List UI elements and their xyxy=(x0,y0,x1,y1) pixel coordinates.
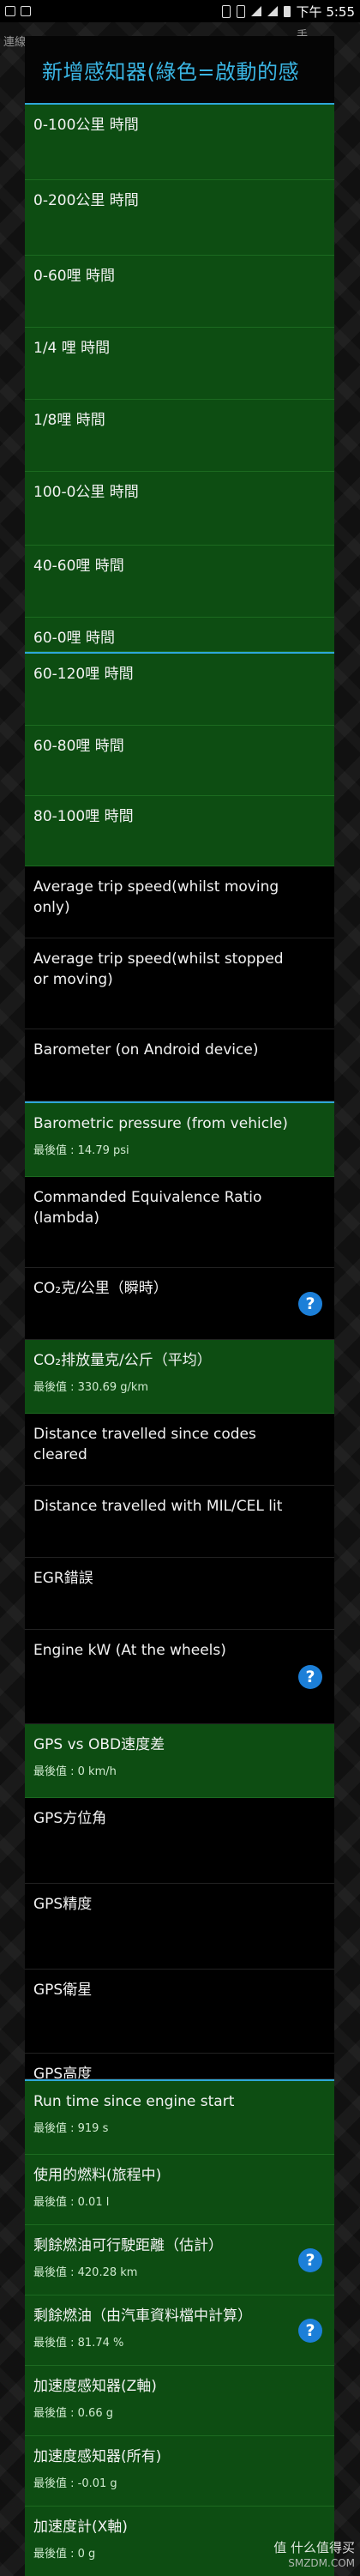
sensor-item[interactable]: CO₂排放量克/公斤（平均） 最後值 : 330.69 g/km xyxy=(25,1340,334,1414)
sensor-item[interactable]: GPS精度 xyxy=(25,1884,334,1970)
sensor-item[interactable]: EGR錯誤 xyxy=(25,1558,334,1630)
battery-icon xyxy=(283,5,291,17)
help-icon[interactable]: ? xyxy=(298,2319,322,2343)
sensor-item[interactable]: 0-200公里 時間 xyxy=(25,180,334,256)
sensor-item[interactable]: 加速度感知器(Z軸) 最後值 : 0.66 g xyxy=(25,2366,334,2436)
add-sensor-dialog: 新增感知器(綠色=啟動的感 0-100公里 時間 0-200公里 時間 0-60哩 … xyxy=(25,36,334,2576)
sensor-item[interactable]: 60-0哩 時間 xyxy=(25,618,334,652)
sensor-item[interactable]: 1/8哩 時間 xyxy=(25,400,334,472)
sensor-item[interactable]: 1/4 哩 時間 xyxy=(25,328,334,400)
sensor-label: CO₂排放量克/公斤（平均） xyxy=(33,1352,212,1369)
sensor-item[interactable]: GPS衛星 xyxy=(25,1970,334,2054)
sensor-label: Average trip speed(whilst moving only) xyxy=(33,878,279,916)
sensor-last-value: 最後值 : 919 s xyxy=(33,2122,109,2135)
sensor-item[interactable]: Average trip speed(whilst moving only) xyxy=(25,866,334,938)
screen: 下午 5:55 連線 手 新增感知器(綠色=啟動的感 0-100公里 時間0-2… xyxy=(0,0,360,2576)
sensor-item[interactable]: 40-60哩 時間 xyxy=(25,546,334,618)
sensor-label: EGR錯誤 xyxy=(33,1570,93,1587)
sensor-item[interactable]: Barometer (on Android device) xyxy=(25,1029,334,1101)
sensor-item[interactable]: 剩餘燃油可行駛距離（估計） 最後值 : 420.28 km? xyxy=(25,2225,334,2295)
sensor-item[interactable]: 60-80哩 時間 xyxy=(25,726,334,796)
wifi-icon xyxy=(267,6,278,16)
sensor-item[interactable]: Engine kW (At the wheels)? xyxy=(25,1630,334,1724)
sensor-label: Distance travelled with MIL/CEL lit xyxy=(33,1498,283,1515)
sensor-label: 剩餘燃油（由汽車資料檔中計算） xyxy=(33,2308,252,2325)
sensor-item[interactable]: Run time since engine start 最後值 : 919 s xyxy=(25,2081,334,2155)
dialog-title: 新增感知器(綠色=啟動的感 xyxy=(25,36,334,105)
sensor-label: Barometric pressure (from vehicle) xyxy=(33,1115,288,1132)
sensor-label: Barometer (on Android device) xyxy=(33,1041,259,1059)
sensor-last-value: 最後值 : 420.28 km xyxy=(33,2266,138,2279)
sensor-last-value: 最後值 : 0.66 g xyxy=(33,2407,113,2420)
sensor-label: GPS精度 xyxy=(33,1896,93,1913)
sensor-last-value: 最後值 : 0 km/h xyxy=(33,1765,117,1778)
watermark-sub: SMZDM.COM xyxy=(288,2557,355,2569)
sensor-item[interactable]: 0-100公里 時間 xyxy=(25,105,334,180)
notification-icon xyxy=(5,6,15,16)
status-bar: 下午 5:55 xyxy=(0,0,360,22)
sensor-last-value: 最後值 : 330.69 g/km xyxy=(33,1381,149,1394)
sensor-label: 剩餘燃油可行駛距離（估計） xyxy=(33,2237,223,2254)
help-icon[interactable]: ? xyxy=(298,1292,322,1316)
help-icon[interactable]: ? xyxy=(298,2248,322,2272)
sensor-label: 加速度感知器(Z軸) xyxy=(33,2378,157,2395)
sensor-item[interactable]: 0-60哩 時間 xyxy=(25,256,334,328)
sensor-label: 100-0公里 時間 xyxy=(33,484,139,501)
sensor-item[interactable]: GPS高度 xyxy=(25,2054,334,2079)
sensor-label: 40-60哩 時間 xyxy=(33,558,124,575)
sensor-label: CO₂克/公里（瞬時） xyxy=(33,1280,168,1297)
sensor-list[interactable]: 0-100公里 時間 0-200公里 時間 0-60哩 時間 1/4 哩 時間 1/8哩… xyxy=(25,105,334,2576)
sensor-label: GPS衛星 xyxy=(33,1982,93,1999)
sensor-item[interactable]: Distance travelled with MIL/CEL lit xyxy=(25,1486,334,1558)
bluetooth-icon xyxy=(221,4,231,18)
signal-icon xyxy=(250,6,261,16)
sensor-last-value: 最後值 : -0.01 g xyxy=(33,2477,117,2490)
notification-icon xyxy=(21,6,31,16)
sensor-label: 使用的燃料(旅程中) xyxy=(33,2167,162,2184)
sensor-item[interactable]: 加速度感知器(所有) 最後值 : -0.01 g xyxy=(25,2436,334,2507)
sensor-last-value: 最後值 : 0.01 l xyxy=(33,2196,110,2209)
sensor-item[interactable]: 剩餘燃油（由汽車資料檔中計算） 最後值 : 81.74 %? xyxy=(25,2295,334,2366)
sensor-label: 80-100哩 時間 xyxy=(33,808,134,825)
sensor-label: Engine kW (At the wheels) xyxy=(33,1642,226,1659)
background-text: 連線 xyxy=(3,36,27,49)
sensor-item[interactable]: CO₂克/公里（瞬時）? xyxy=(25,1268,334,1340)
sensor-item[interactable]: 100-0公里 時間 xyxy=(25,472,334,546)
sensor-label: 60-0哩 時間 xyxy=(33,630,115,647)
help-icon[interactable]: ? xyxy=(298,1665,322,1689)
vibrate-icon xyxy=(236,4,245,18)
sensor-label: 60-120哩 時間 xyxy=(33,666,134,683)
sensor-last-value: 最後值 : 14.79 psi xyxy=(33,1144,129,1157)
sensor-label: Average trip speed(whilst stopped or mov… xyxy=(33,950,284,988)
sensor-label: GPS vs OBD速度差 xyxy=(33,1736,165,1753)
sensor-item[interactable]: Distance travelled since codes cleared xyxy=(25,1414,334,1486)
sensor-label: 60-80哩 時間 xyxy=(33,738,124,755)
sensor-label: GPS方位角 xyxy=(33,1810,107,1827)
sensor-label: 加速度計(X軸) xyxy=(33,2519,128,2536)
sensor-label: Distance travelled since codes cleared xyxy=(33,1426,256,1463)
sensor-last-value: 最後值 : 81.74 % xyxy=(33,2337,124,2350)
watermark-text: 值 什么值得买 xyxy=(273,2540,355,2555)
sensor-label: 0-100公里 時間 xyxy=(33,117,139,134)
sensor-label: 加速度感知器(所有) xyxy=(33,2448,162,2465)
sensor-item[interactable]: Barometric pressure (from vehicle) 最後值 : … xyxy=(25,1103,334,1177)
sensor-item[interactable]: Commanded Equivalence Ratio (lambda) xyxy=(25,1177,334,1268)
sensor-item[interactable]: 使用的燃料(旅程中) 最後值 : 0.01 l xyxy=(25,2155,334,2225)
sensor-label: 1/4 哩 時間 xyxy=(33,340,111,357)
watermark: 值 什么值得买 SMZDM.COM xyxy=(273,2540,355,2571)
sensor-last-value: 最後值 : 0 g xyxy=(33,2548,96,2561)
sensor-item[interactable]: 80-100哩 時間 xyxy=(25,796,334,866)
sensor-label: GPS高度 xyxy=(33,2066,93,2079)
sensor-item[interactable]: Average trip speed(whilst stopped or mov… xyxy=(25,938,334,1029)
sensor-label: Run time since engine start xyxy=(33,2093,235,2110)
sensor-label: 1/8哩 時間 xyxy=(33,412,105,429)
sensor-item[interactable]: 60-120哩 時間 xyxy=(25,654,334,726)
sensor-item[interactable]: GPS vs OBD速度差最後值 : 0 km/h xyxy=(25,1724,334,1798)
sensor-item[interactable]: GPS方位角 xyxy=(25,1798,334,1884)
clock: 下午 5:55 xyxy=(296,3,355,20)
sensor-label: 0-200公里 時間 xyxy=(33,192,139,209)
sensor-label: Commanded Equivalence Ratio (lambda) xyxy=(33,1189,262,1227)
sensor-label: 0-60哩 時間 xyxy=(33,268,115,285)
